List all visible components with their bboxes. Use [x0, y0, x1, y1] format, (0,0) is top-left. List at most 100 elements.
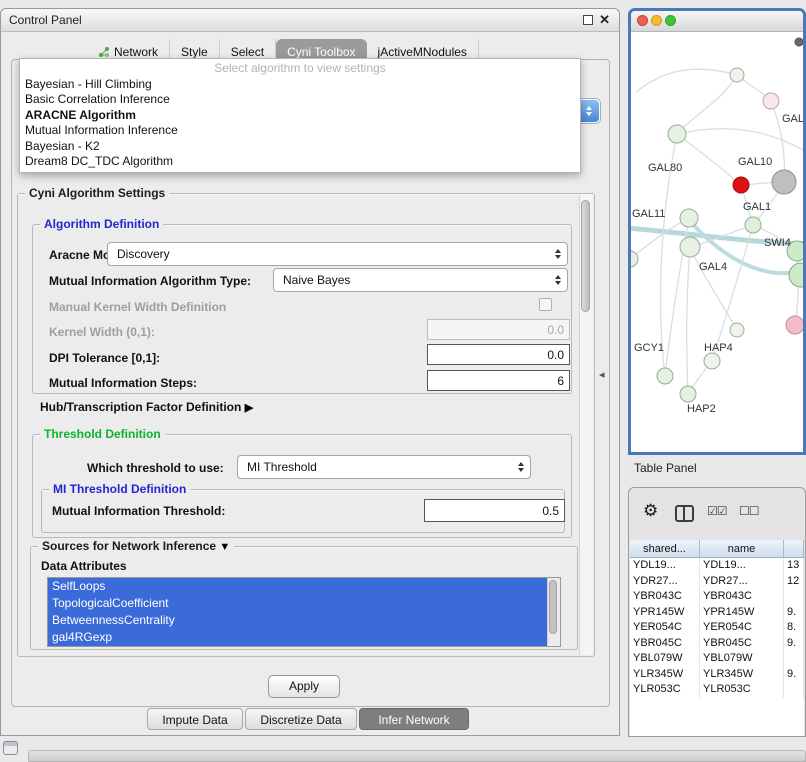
manual-kernel-checkbox[interactable]	[539, 298, 552, 311]
dropdown-item[interactable]: Bayesian - K2	[20, 139, 580, 155]
select-all-checkboxes-icon[interactable]: ☑☑	[707, 504, 727, 518]
table-row[interactable]: YLR345W YLR345W 9.	[630, 667, 804, 683]
network-edge[interactable]	[690, 247, 737, 330]
settings-scrollbar[interactable]	[579, 195, 593, 655]
which-threshold-combobox[interactable]: MI Threshold	[237, 455, 531, 479]
combobox-arrows-icon[interactable]	[579, 100, 599, 122]
table-row[interactable]: YER054C YER054C 8.	[630, 620, 804, 636]
network-node[interactable]	[795, 38, 803, 46]
zoom-traffic-light-icon[interactable]	[665, 15, 676, 26]
cell-name: YLR053C	[700, 682, 784, 698]
network-edge[interactable]	[677, 134, 741, 185]
table-row[interactable]: YBR043C YBR043C	[630, 589, 804, 605]
cell-name: YER054C	[700, 620, 784, 636]
network-edge[interactable]	[677, 75, 737, 134]
hub-definition-toggle[interactable]: Hub/Transcription Factor Definition ▶	[40, 400, 253, 415]
table-header: shared... name	[630, 540, 804, 558]
attribute-list-scrollbar[interactable]	[547, 578, 560, 646]
sources-toggle[interactable]: Sources for Network Inference ▼	[38, 539, 234, 553]
attribute-item-selected[interactable]: SelfLoops	[48, 578, 548, 595]
attribute-item-selected[interactable]: gal4RGexp	[48, 629, 548, 646]
cell-shared-name: YLR053C	[630, 682, 700, 698]
table-body: YDL19... YDL19... 13 YDR27... YDR27... 1…	[630, 558, 804, 698]
network-titlebar[interactable]	[631, 11, 803, 32]
tab-infer-network[interactable]: Infer Network	[359, 708, 469, 730]
panel-collapse-icon[interactable]: ◂	[599, 368, 605, 381]
cell-shared-name: YBL079W	[630, 651, 700, 667]
cell-shared-name: YDL19...	[630, 558, 700, 574]
algorithm-definition-group: Algorithm Definition Aracne Mode: Discov…	[32, 224, 572, 394]
network-node[interactable]	[730, 323, 744, 337]
cell-shared-name: YLR345W	[630, 667, 700, 683]
dropdown-item[interactable]: Basic Correlation Inference	[20, 92, 580, 108]
mi-threshold-group: MI Threshold Definition Mutual Informati…	[41, 489, 565, 533]
mi-steps-field[interactable]	[427, 370, 570, 391]
table-row[interactable]: YDL19... YDL19... 13	[630, 558, 804, 574]
combobox-value: Discovery	[117, 247, 170, 261]
dropdown-item[interactable]: Bayesian - Hill Climbing	[20, 77, 580, 93]
network-edge[interactable]	[636, 69, 737, 92]
close-traffic-light-icon[interactable]	[637, 15, 648, 26]
kernel-width-field	[427, 319, 570, 340]
minimize-traffic-light-icon[interactable]	[651, 15, 662, 26]
minimized-panel-icon[interactable]	[3, 741, 18, 755]
close-icon[interactable]: ✕	[599, 12, 610, 28]
tab-impute-data[interactable]: Impute Data	[147, 708, 243, 730]
control-panel-window: Control Panel ✕ Network Style Select Cyn…	[0, 8, 620, 736]
network-node[interactable]	[763, 93, 779, 109]
network-edge[interactable]	[631, 218, 689, 259]
deselect-all-checkboxes-icon[interactable]: ☐☐	[739, 504, 759, 518]
mi-type-combobox[interactable]: Naive Bayes	[273, 268, 568, 292]
network-node[interactable]	[668, 125, 686, 143]
network-icon	[98, 46, 110, 58]
sources-title: Sources for Network Inference	[42, 539, 216, 553]
network-node[interactable]	[745, 217, 761, 233]
network-edge[interactable]	[677, 129, 803, 150]
threshold-definition-group: Threshold Definition Which threshold to …	[32, 434, 572, 538]
control-panel-titlebar[interactable]: Control Panel ✕	[1, 9, 619, 32]
network-node[interactable]	[680, 386, 696, 402]
network-edge[interactable]	[687, 247, 690, 394]
network-node[interactable]	[786, 316, 803, 334]
mi-threshold-field[interactable]	[424, 499, 565, 522]
aracne-mode-combobox[interactable]: Discovery	[107, 242, 568, 266]
network-node[interactable]	[730, 68, 744, 82]
table-row[interactable]: YBR045C YBR045C 9.	[630, 636, 804, 652]
columns-icon[interactable]	[675, 505, 694, 522]
tab-discretize-data[interactable]: Discretize Data	[245, 708, 357, 730]
network-edge[interactable]	[795, 251, 798, 325]
cell-shared-name: YBR045C	[630, 636, 700, 652]
network-node[interactable]	[704, 353, 720, 369]
column-header[interactable]	[784, 540, 804, 558]
table-row[interactable]: YDR27... YDR27... 12	[630, 574, 804, 590]
table-row[interactable]: YBL079W YBL079W	[630, 651, 804, 667]
attribute-item-selected[interactable]: BetweennessCentrality	[48, 612, 548, 629]
network-node[interactable]	[657, 368, 673, 384]
apply-button[interactable]: Apply	[268, 675, 340, 698]
chevron-right-icon: ▶	[245, 402, 253, 414]
dpi-tolerance-field[interactable]	[427, 344, 570, 365]
column-header[interactable]: name	[700, 540, 784, 558]
dropdown-item[interactable]: Mutual Information Inference	[20, 123, 580, 139]
scrollbar-thumb[interactable]	[549, 580, 557, 634]
attribute-item-selected[interactable]: TopologicalCoefficient	[48, 595, 548, 612]
cell-value	[784, 589, 804, 605]
network-node[interactable]	[680, 209, 698, 227]
float-icon[interactable]	[583, 15, 593, 25]
network-svg[interactable]: GAL80GAL10GAL11GAL1SWI4GAL4GCY1HAP4HAP2G…	[631, 32, 803, 453]
network-node[interactable]	[789, 263, 803, 287]
cell-value: 12	[784, 574, 804, 590]
node-label: GAL1	[743, 201, 771, 213]
scrollbar-thumb[interactable]	[581, 200, 590, 312]
dropdown-item[interactable]: Dream8 DC_TDC Algorithm	[20, 154, 580, 170]
network-node[interactable]	[772, 170, 796, 194]
gear-icon[interactable]: ⚙	[643, 502, 658, 519]
dpi-tolerance-label: DPI Tolerance [0,1]:	[49, 351, 160, 365]
network-node[interactable]	[680, 237, 700, 257]
cell-value: 9.	[784, 667, 804, 683]
network-node[interactable]	[733, 177, 749, 193]
dropdown-item-selected[interactable]: ARACNE Algorithm	[20, 108, 580, 124]
column-header[interactable]: shared...	[630, 540, 700, 558]
table-row[interactable]: YLR053C YLR053C	[630, 682, 804, 698]
table-row[interactable]: YPR145W YPR145W 9.	[630, 605, 804, 621]
